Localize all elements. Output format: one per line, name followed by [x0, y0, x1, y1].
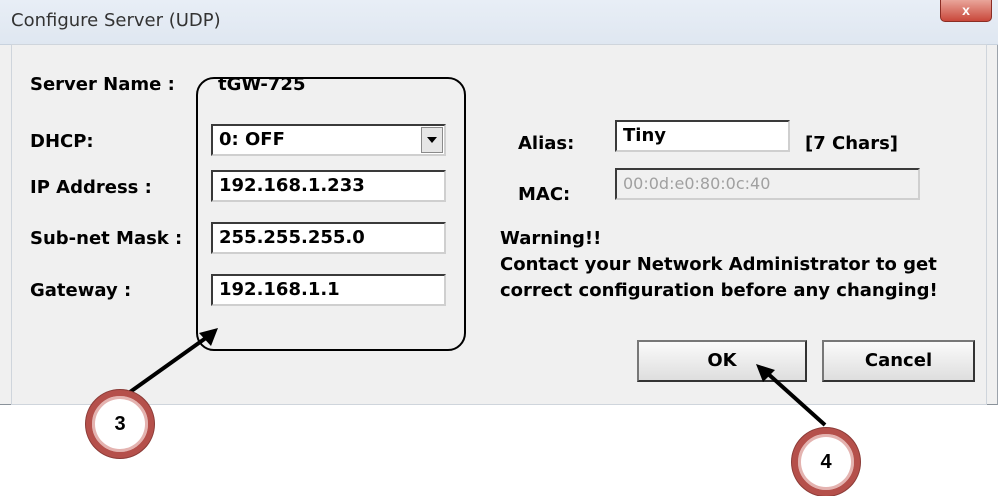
arrow-line-4 — [764, 370, 827, 427]
arrow-head-3 — [199, 328, 218, 346]
arrow-line-3 — [128, 333, 212, 394]
step-4-callout: 4 — [792, 428, 860, 496]
step-3-callout: 3 — [86, 390, 154, 458]
